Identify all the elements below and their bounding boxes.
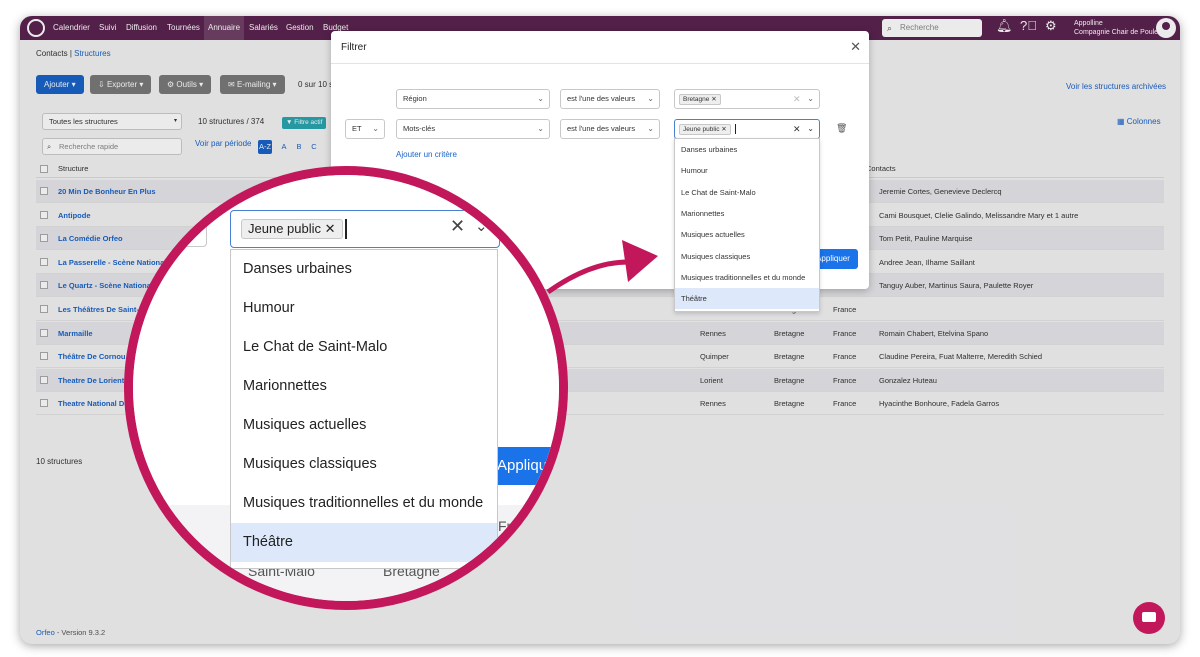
clear-icon[interactable]: ✕ bbox=[793, 90, 801, 108]
magnifier-zoom: Saint-Malo Bretagne Fra Jeune public ✕ ✕… bbox=[124, 166, 568, 610]
zoom-dropdown-option: Musiques actuelles bbox=[243, 417, 367, 433]
dropdown-option[interactable]: Musiques traditionnelles et du monde bbox=[675, 267, 819, 288]
trash-icon[interactable]: 🗑︎ bbox=[836, 123, 847, 134]
chevron-down-icon: ⌄ bbox=[537, 94, 544, 103]
zoom-value-select: Jeune public ✕ ✕ ⌄ bbox=[230, 210, 500, 248]
zoom-chevron-down-icon: ⌄ bbox=[475, 218, 488, 235]
zoom-connector-select bbox=[173, 215, 207, 247]
chat-icon[interactable] bbox=[1133, 602, 1165, 634]
chevron-down-icon: ⌄ bbox=[372, 124, 379, 133]
keywords-dropdown: Danses urbaines Humour Le Chat de Saint-Ma… bbox=[674, 138, 820, 312]
zoom-value-chip: Jeune public ✕ bbox=[241, 219, 343, 239]
dropdown-option[interactable]: Théâtre bbox=[675, 288, 819, 310]
zoom-dropdown-option: Musiques classiques bbox=[243, 456, 377, 472]
chevron-down-icon: ⌄ bbox=[807, 124, 814, 133]
chevron-down-icon: ⌄ bbox=[647, 94, 654, 103]
zoom-clear-icon: ✕ bbox=[450, 216, 466, 236]
zoom-dropdown-option: Danses urbaines bbox=[243, 261, 352, 277]
add-criterion-link[interactable]: Ajouter un critère bbox=[396, 150, 457, 159]
dropdown-option[interactable]: Humour bbox=[675, 160, 819, 181]
dropdown-option[interactable]: Marionnettes bbox=[675, 203, 819, 224]
zoom-text-caret bbox=[345, 219, 347, 239]
criterion2-value-select[interactable]: Jeune public ✕ ✕ ⌄ bbox=[674, 119, 820, 139]
chevron-down-icon: ⌄ bbox=[807, 94, 814, 103]
zoom-country: Fra bbox=[498, 518, 519, 534]
zoom-dropdown: Danses urbaines Humour Le Chat de Saint-Ma… bbox=[230, 249, 498, 569]
modal-divider bbox=[331, 63, 869, 64]
zoom-dropdown-option: Théâtre bbox=[231, 523, 497, 562]
zoom-dropdown-option: Marionnettes bbox=[243, 378, 327, 394]
text-caret bbox=[734, 124, 736, 135]
modal-title: Filtrer bbox=[341, 42, 367, 53]
dropdown-option[interactable]: Le Chat de Saint-Malo bbox=[675, 182, 819, 203]
zoom-apply-button: Appliqu bbox=[493, 447, 559, 485]
dropdown-option[interactable]: Musiques actuelles bbox=[675, 224, 819, 245]
criterion2-field-select[interactable]: Mots-clés ⌄ bbox=[396, 119, 550, 139]
value-chip-jeune-public[interactable]: Jeune public ✕ bbox=[679, 124, 731, 135]
criterion1-field-select[interactable]: Région ⌄ bbox=[396, 89, 550, 109]
close-icon[interactable]: ✕ bbox=[850, 39, 861, 55]
chevron-down-icon: ⌄ bbox=[647, 124, 654, 133]
criterion1-value-select[interactable]: Bretagne ✕ ✕ ⌄ bbox=[674, 89, 820, 109]
criterion2-connector-select[interactable]: ET ⌄ bbox=[345, 119, 385, 139]
zoom-dropdown-option: Musiques traditionnelles et du monde bbox=[243, 495, 484, 511]
clear-icon[interactable]: ✕ bbox=[793, 120, 801, 138]
dropdown-option[interactable]: Musiques classiques bbox=[675, 246, 819, 267]
chevron-down-icon: ⌄ bbox=[537, 124, 544, 133]
dropdown-option[interactable]: Danses urbaines bbox=[675, 139, 819, 160]
zoom-dropdown-option: Le Chat de Saint-Malo bbox=[243, 339, 388, 355]
zoom-dropdown-option: Humour bbox=[243, 300, 295, 316]
value-chip-bretagne[interactable]: Bretagne ✕ bbox=[679, 94, 721, 105]
criterion1-operator-select[interactable]: est l'une des valeurs ⌄ bbox=[560, 89, 660, 109]
criterion2-operator-select[interactable]: est l'une des valeurs ⌄ bbox=[560, 119, 660, 139]
